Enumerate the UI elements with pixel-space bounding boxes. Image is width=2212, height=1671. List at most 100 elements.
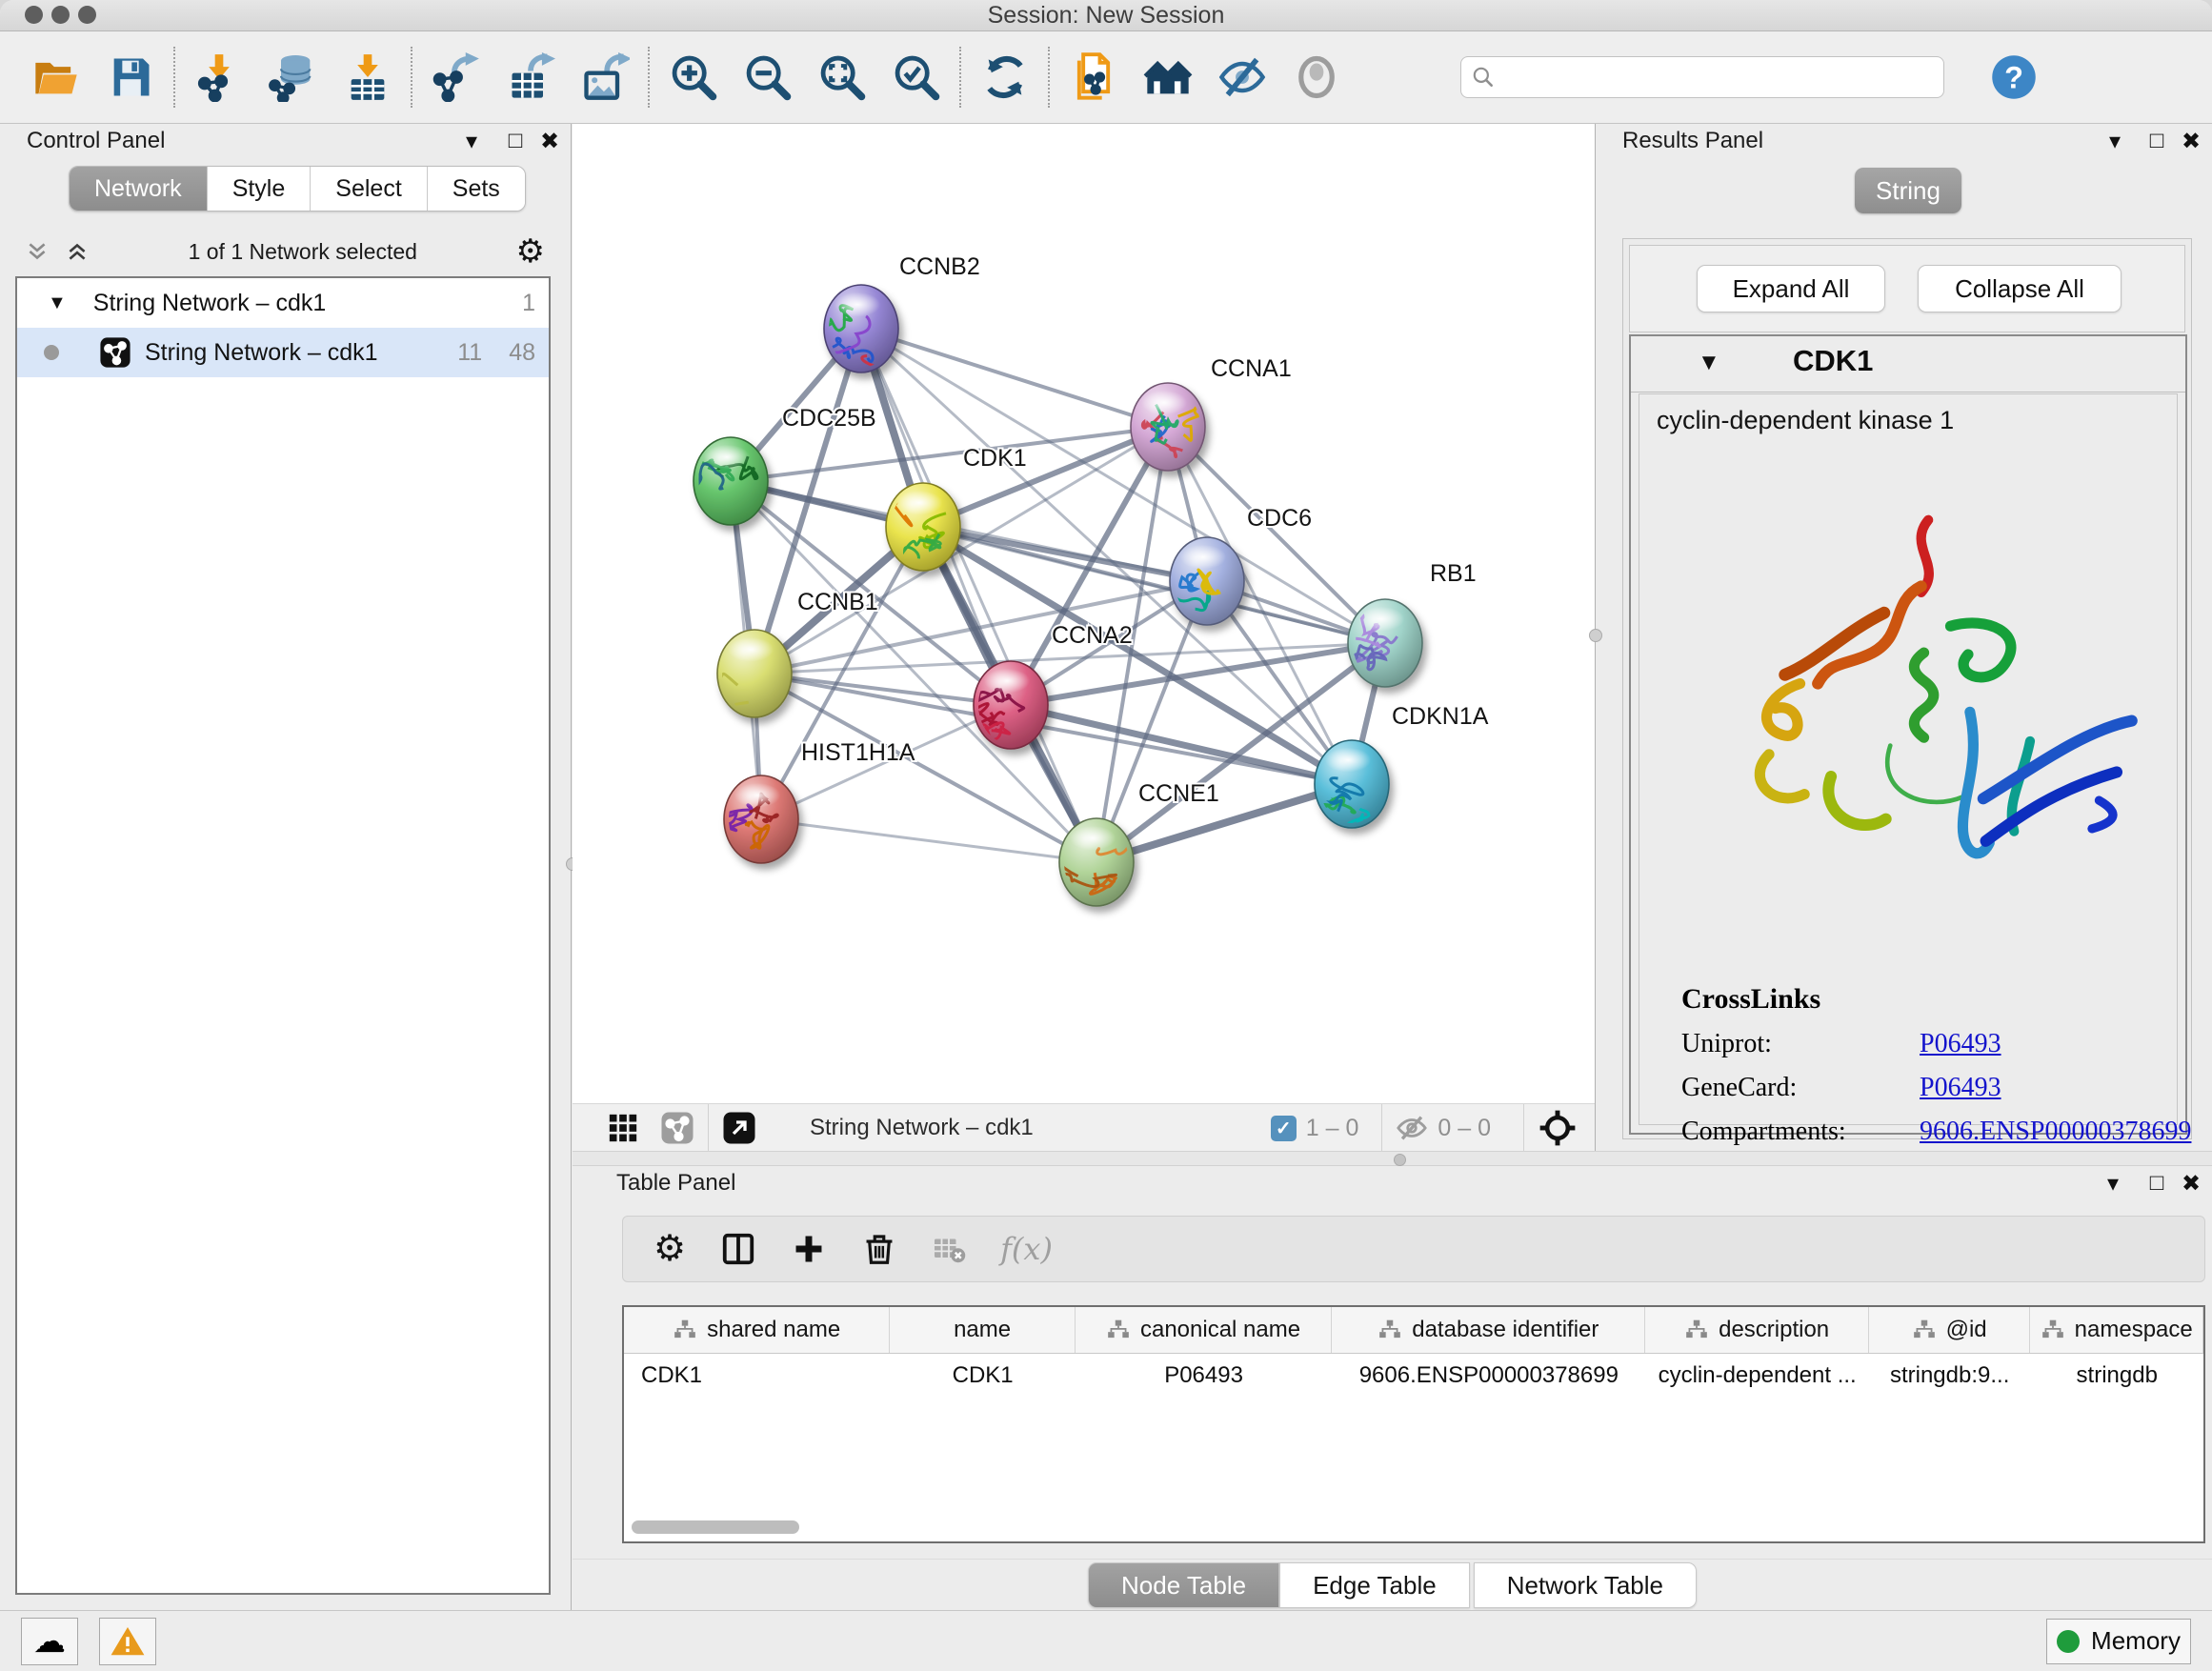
table-cell[interactable]: cyclin-dependent ... (1645, 1354, 1868, 1398)
table-settings-gear-icon[interactable]: ⚙ (654, 1231, 686, 1267)
results-panel-close-icon[interactable]: ✖ (2175, 128, 2207, 155)
node-CDC6[interactable] (1170, 537, 1244, 625)
collection-expand-icon[interactable]: ▼ (48, 292, 67, 314)
warning-icon[interactable] (99, 1618, 156, 1665)
column-header-databaseidentifier[interactable]: database identifier (1332, 1307, 1645, 1353)
table-panel-close-icon[interactable]: ✖ (2175, 1170, 2207, 1198)
gene-section-header[interactable]: ▼ CDK1 (1631, 336, 2185, 393)
node-CCNB1[interactable] (712, 630, 792, 717)
grid-view-icon[interactable] (607, 1112, 639, 1144)
edge-CCNB2-CCNE1[interactable] (861, 329, 1096, 862)
network-collection-row[interactable]: ▼ String Network – cdk1 1 (17, 278, 549, 328)
selected-checkbox-icon[interactable]: ✓ (1271, 1116, 1297, 1141)
delete-table-icon[interactable] (932, 1232, 966, 1266)
apply-function-icon[interactable]: f(x) (1000, 1231, 1053, 1267)
node-CCNA1[interactable] (1131, 383, 1214, 471)
tab-string[interactable]: String (1855, 168, 1961, 213)
edge-CCNE1-CDKN1A[interactable] (1096, 784, 1352, 862)
column-header-canonicalname[interactable]: canonical name (1076, 1307, 1332, 1353)
table-row[interactable]: CDK1CDK1P064939606.ENSP00000378699cyclin… (624, 1354, 2203, 1398)
right-splitter-handle[interactable] (1589, 629, 1602, 642)
memory-button[interactable]: Memory (2046, 1619, 2191, 1664)
export-image-icon[interactable] (568, 43, 642, 111)
table-cell[interactable]: P06493 (1076, 1354, 1332, 1398)
edge-CCNA2-CDKN1A[interactable] (1011, 705, 1352, 784)
column-header-description[interactable]: description (1645, 1307, 1868, 1353)
node-CCNE1[interactable] (1053, 818, 1172, 906)
zoom-fit-icon[interactable] (805, 43, 879, 111)
network-options-gear-icon[interactable]: ⚙ (516, 235, 545, 268)
table-panel-float-icon[interactable]: □ (2141, 1170, 2173, 1197)
results-panel-float-icon[interactable]: □ (2141, 128, 2173, 154)
zoom-out-icon[interactable] (731, 43, 805, 111)
tab-network-table[interactable]: Network Table (1474, 1562, 1697, 1608)
search-input[interactable] (1496, 59, 1943, 95)
node-RB1[interactable] (1348, 599, 1422, 687)
gene-collapse-icon[interactable]: ▼ (1698, 350, 1720, 376)
cloud-status-icon[interactable]: ☁ (21, 1618, 78, 1665)
import-network-database-icon[interactable] (256, 43, 331, 111)
tab-network[interactable]: Network (70, 167, 208, 211)
crosslink-link[interactable]: P06493 (1920, 1073, 2001, 1103)
edge-CCNB1-CCNA2[interactable] (754, 674, 1011, 705)
zoom-in-icon[interactable] (656, 43, 731, 111)
import-table-file-icon[interactable] (331, 43, 405, 111)
splitter-handle-dot[interactable] (1394, 1154, 1406, 1166)
first-neighbors-icon[interactable] (1131, 43, 1205, 111)
zoom-selected-icon[interactable] (879, 43, 954, 111)
save-session-icon[interactable] (93, 43, 168, 111)
control-panel-close-icon[interactable]: ✖ (533, 128, 566, 155)
node-CDK1[interactable] (865, 483, 960, 571)
node-CCNB2[interactable] (823, 285, 942, 384)
table-cell[interactable]: 9606.ENSP00000378699 (1332, 1354, 1645, 1398)
table-cell[interactable]: stringdb (2030, 1354, 2203, 1398)
hidden-eye-slash-icon[interactable] (1396, 1112, 1428, 1144)
network-view-icon[interactable] (660, 1111, 694, 1145)
tab-select[interactable]: Select (311, 167, 427, 211)
add-column-icon[interactable] (791, 1231, 827, 1267)
table-panel-menu-icon[interactable]: ▾ (2097, 1170, 2129, 1198)
tab-edge-table[interactable]: Edge Table (1279, 1562, 1470, 1608)
control-panel-menu-icon[interactable]: ▾ (455, 128, 488, 155)
hide-selected-icon[interactable] (1205, 43, 1279, 111)
tab-style[interactable]: Style (208, 167, 312, 211)
column-header-sharedname[interactable]: shared name (624, 1307, 890, 1353)
table-cell[interactable]: stringdb:9... (1869, 1354, 2031, 1398)
node-CDKN1A[interactable] (1315, 740, 1389, 835)
expand-all-button[interactable]: Expand All (1697, 265, 1885, 312)
string-network-graph[interactable]: CCNB2CCNA1CDC25BCDK1CDC6RB1CCNB1CCNA2CDK… (573, 124, 1595, 1103)
clone-network-icon[interactable] (1056, 43, 1131, 111)
export-table-icon[interactable] (493, 43, 568, 111)
birds-eye-view-icon[interactable] (1538, 1108, 1578, 1148)
help-icon[interactable]: ? (1977, 43, 2051, 111)
import-network-file-icon[interactable] (182, 43, 256, 111)
horizontal-splitter[interactable] (573, 1151, 2212, 1166)
open-folder-icon[interactable] (19, 43, 93, 111)
edge-HIST1H1A-CCNE1[interactable] (761, 819, 1096, 862)
export-network-icon[interactable] (419, 43, 493, 111)
edge-CCNB2-CCNA1[interactable] (861, 329, 1168, 427)
results-panel-menu-icon[interactable]: ▾ (2099, 128, 2131, 155)
network-row-selected[interactable]: String Network – cdk1 11 48 (17, 328, 549, 377)
column-header-name[interactable]: name (890, 1307, 1076, 1353)
tab-node-table[interactable]: Node Table (1088, 1562, 1279, 1608)
node-HIST1H1A[interactable] (724, 775, 798, 863)
collapse-all-button[interactable]: Collapse All (1918, 265, 2122, 312)
column-header-namespace[interactable]: namespace (2030, 1307, 2203, 1353)
table-cell[interactable]: CDK1 (890, 1354, 1076, 1398)
edge-CDC25B-CDC6[interactable] (731, 481, 1207, 581)
detach-view-icon[interactable] (722, 1111, 756, 1145)
expand-all-icon[interactable] (65, 239, 90, 264)
network-canvas[interactable]: CCNB2CCNA1CDC25BCDK1CDC6RB1CCNB1CCNA2CDK… (573, 124, 1595, 1103)
table-cell[interactable]: CDK1 (624, 1354, 890, 1398)
refresh-icon[interactable] (968, 43, 1042, 111)
control-panel-float-icon[interactable]: □ (499, 128, 532, 154)
collapse-all-icon[interactable] (25, 239, 50, 264)
crosslink-link[interactable]: 9606.ENSP00000378699 (1920, 1117, 2191, 1147)
tab-sets[interactable]: Sets (428, 167, 525, 211)
show-all-icon[interactable] (1279, 43, 1354, 111)
show-columns-icon[interactable] (720, 1231, 756, 1267)
crosslink-link[interactable]: P06493 (1920, 1029, 2001, 1059)
node-CDC25B[interactable] (671, 437, 768, 525)
edge-CCNB2-RB1[interactable] (861, 329, 1385, 643)
